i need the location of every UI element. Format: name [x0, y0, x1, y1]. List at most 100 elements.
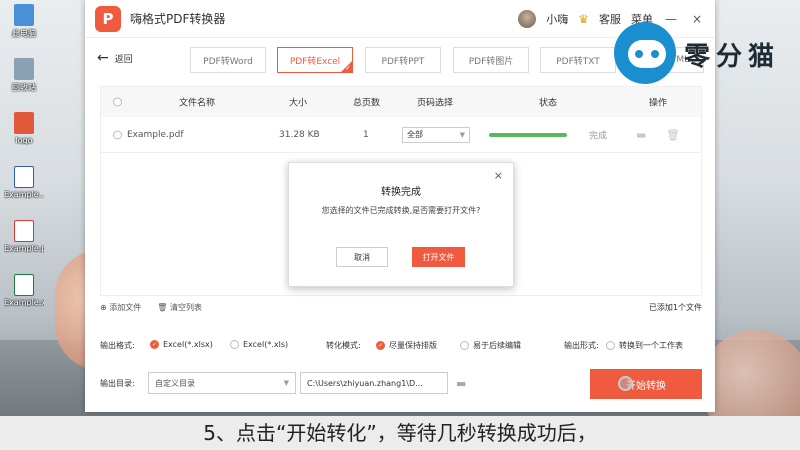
- format-xlsx-option[interactable]: ✓ Excel(*.xlsx): [150, 340, 213, 349]
- checked-icon: ✓: [150, 340, 159, 349]
- select-all-radio[interactable]: [113, 97, 122, 107]
- tab-label: PDF转Word: [203, 56, 253, 67]
- page-range-select[interactable]: 全部 ▼: [402, 126, 470, 143]
- dialog-message: 您选择的文件已完成转换,是否需要打开文件?: [321, 206, 481, 215]
- single-sheet-label: 转换到一个工作表: [619, 341, 683, 350]
- desktop-icon-pdf[interactable]: Example.pdf: [4, 220, 44, 253]
- mouse-cursor-indicator: [618, 376, 633, 391]
- desktop-icon-computer[interactable]: 此电脑: [4, 4, 44, 39]
- progress-bar: [489, 132, 567, 137]
- col-status-header: 状态: [539, 98, 558, 109]
- back-button[interactable]: ← 返回: [97, 50, 133, 66]
- browse-folder-icon[interactable]: ▬: [456, 377, 466, 390]
- page-range-value: 全部: [407, 130, 423, 139]
- cancel-button[interactable]: 取消: [336, 247, 388, 267]
- word-file-icon: [14, 166, 34, 188]
- check-icon: ✓: [345, 64, 351, 72]
- desktop-icon-label: Example.pdf: [4, 244, 44, 253]
- open-file-button[interactable]: 打开文件: [412, 247, 465, 267]
- plus-icon: ⊕: [100, 303, 110, 312]
- desktop-icon-label: logo: [15, 136, 33, 145]
- tab-label: PDF转Excel: [289, 56, 341, 67]
- desktop-icon-label: Example...: [4, 190, 44, 199]
- excel-file-icon: [14, 274, 34, 296]
- dialog-title: 转换完成: [381, 187, 421, 198]
- table-header: 文件名称 大小 总页数 页码选择 状态 操作: [101, 87, 701, 117]
- avatar[interactable]: [518, 9, 537, 28]
- desktop-icon-recycle-bin[interactable]: 回收站: [4, 58, 44, 93]
- status-text: 完成: [589, 131, 608, 141]
- tab-label: PDF转TXT: [556, 56, 600, 67]
- output-dir-select[interactable]: 自定义目录 ▼: [148, 372, 296, 394]
- tab-pdf-to-txt[interactable]: PDF转TXT: [540, 47, 616, 73]
- checked-icon: ✓: [376, 341, 385, 350]
- tab-pdf-to-ppt[interactable]: PDF转PPT: [365, 47, 441, 73]
- conversion-options: 输出格式: ✓ Excel(*.xlsx) Excel(*.xls) 转化模式:…: [100, 340, 702, 356]
- desktop-icon-excel[interactable]: Example.xlsx: [4, 274, 44, 307]
- tab-label: PDF转PPT: [381, 56, 425, 67]
- format-xls-label: Excel(*.xls): [243, 340, 289, 349]
- col-size-header: 大小: [289, 98, 308, 109]
- watermark-text: 零分猫: [684, 42, 781, 72]
- desktop-icon-label: 此电脑: [12, 29, 36, 38]
- radio-icon: [606, 341, 615, 350]
- progress-fill: [489, 132, 567, 137]
- output-dir-option: 自定义目录: [155, 378, 195, 388]
- format-label: 输出格式:: [100, 341, 135, 350]
- file-count: 已添加1个文件: [648, 303, 702, 312]
- vip-crown-icon: ♛: [578, 11, 589, 26]
- clear-list-label: 清空列表: [169, 303, 202, 312]
- output-path-field[interactable]: C:\Users\zhiyuan.zhang1\D...: [300, 372, 448, 394]
- col-range-header: 页码选择: [417, 98, 454, 109]
- col-pages-header: 总页数: [353, 98, 381, 109]
- page-count: 1: [363, 129, 369, 140]
- col-name-header: 文件名称: [179, 98, 216, 109]
- output-directory-row: 输出目录: 自定义目录 ▼ C:\Users\zhiyuan.zhang1\D.…: [100, 369, 702, 399]
- chevron-down-icon: ▼: [283, 379, 289, 387]
- radio-icon: [460, 341, 469, 350]
- conversion-complete-dialog: × 转换完成 您选择的文件已完成转换,是否需要打开文件? 取消 打开文件: [288, 162, 514, 287]
- trash-icon: 🗑: [157, 303, 170, 312]
- app-title: 嗨格式PDF转换器: [130, 12, 226, 26]
- table-row[interactable]: Example.pdf 31.28 KB 1 全部 ▼ 完成 ▬ 🗑: [101, 117, 701, 153]
- radio-icon: [230, 340, 239, 349]
- watermark-logo: 零分猫: [612, 18, 800, 90]
- single-sheet-option[interactable]: 转换到一个工作表: [606, 340, 683, 351]
- format-xls-option[interactable]: Excel(*.xls): [230, 340, 288, 349]
- desktop-icon-logo[interactable]: logo: [4, 112, 44, 145]
- computer-icon: [14, 4, 34, 26]
- clear-list-button[interactable]: 🗑 清空列表: [157, 302, 202, 313]
- cat-face: [628, 40, 666, 68]
- close-icon[interactable]: ×: [494, 169, 503, 182]
- tab-pdf-to-word[interactable]: PDF转Word: [190, 47, 266, 73]
- back-arrow-icon: ←: [97, 50, 109, 66]
- mode-keep-layout-label: 尽量保持排版: [389, 341, 437, 350]
- file-name: Example.pdf: [127, 129, 184, 140]
- add-file-button[interactable]: ⊕ 添加文件: [100, 302, 141, 313]
- desktop-icon-word[interactable]: Example...: [4, 166, 44, 199]
- cat-logo-icon: [614, 22, 676, 84]
- start-convert-button[interactable]: 开始转换: [590, 369, 702, 399]
- recycle-bin-icon: [14, 58, 34, 80]
- row-select-radio[interactable]: [113, 130, 122, 139]
- mode-editable-option[interactable]: 易于后续编辑: [460, 340, 521, 351]
- mode-keep-layout-option[interactable]: ✓ 尽量保持排版: [376, 340, 437, 351]
- tab-pdf-to-excel[interactable]: PDF转Excel ✓: [277, 47, 353, 73]
- file-actions-bar: ⊕ 添加文件 🗑 清空列表 已添加1个文件: [100, 302, 702, 320]
- shape-label: 输出形式:: [564, 341, 599, 350]
- app-logo-icon: P: [95, 5, 121, 32]
- output-dir-label: 输出目录:: [100, 379, 135, 388]
- user-name[interactable]: 小嗨: [546, 11, 568, 27]
- cat-eye: [651, 50, 659, 58]
- format-xlsx-label: Excel(*.xlsx): [163, 340, 213, 349]
- cat-eye: [635, 50, 643, 58]
- file-size: 31.28 KB: [279, 129, 320, 140]
- desktop-icon-label: Example.xlsx: [4, 298, 44, 307]
- desktop-icon-label: 回收站: [12, 83, 36, 92]
- delete-icon[interactable]: 🗑: [666, 128, 680, 141]
- tab-label: PDF转图片: [468, 56, 514, 67]
- open-folder-icon[interactable]: ▬: [636, 128, 646, 141]
- back-label: 返回: [114, 54, 133, 65]
- tab-pdf-to-image[interactable]: PDF转图片: [453, 47, 529, 73]
- col-ops-header: 操作: [649, 98, 668, 109]
